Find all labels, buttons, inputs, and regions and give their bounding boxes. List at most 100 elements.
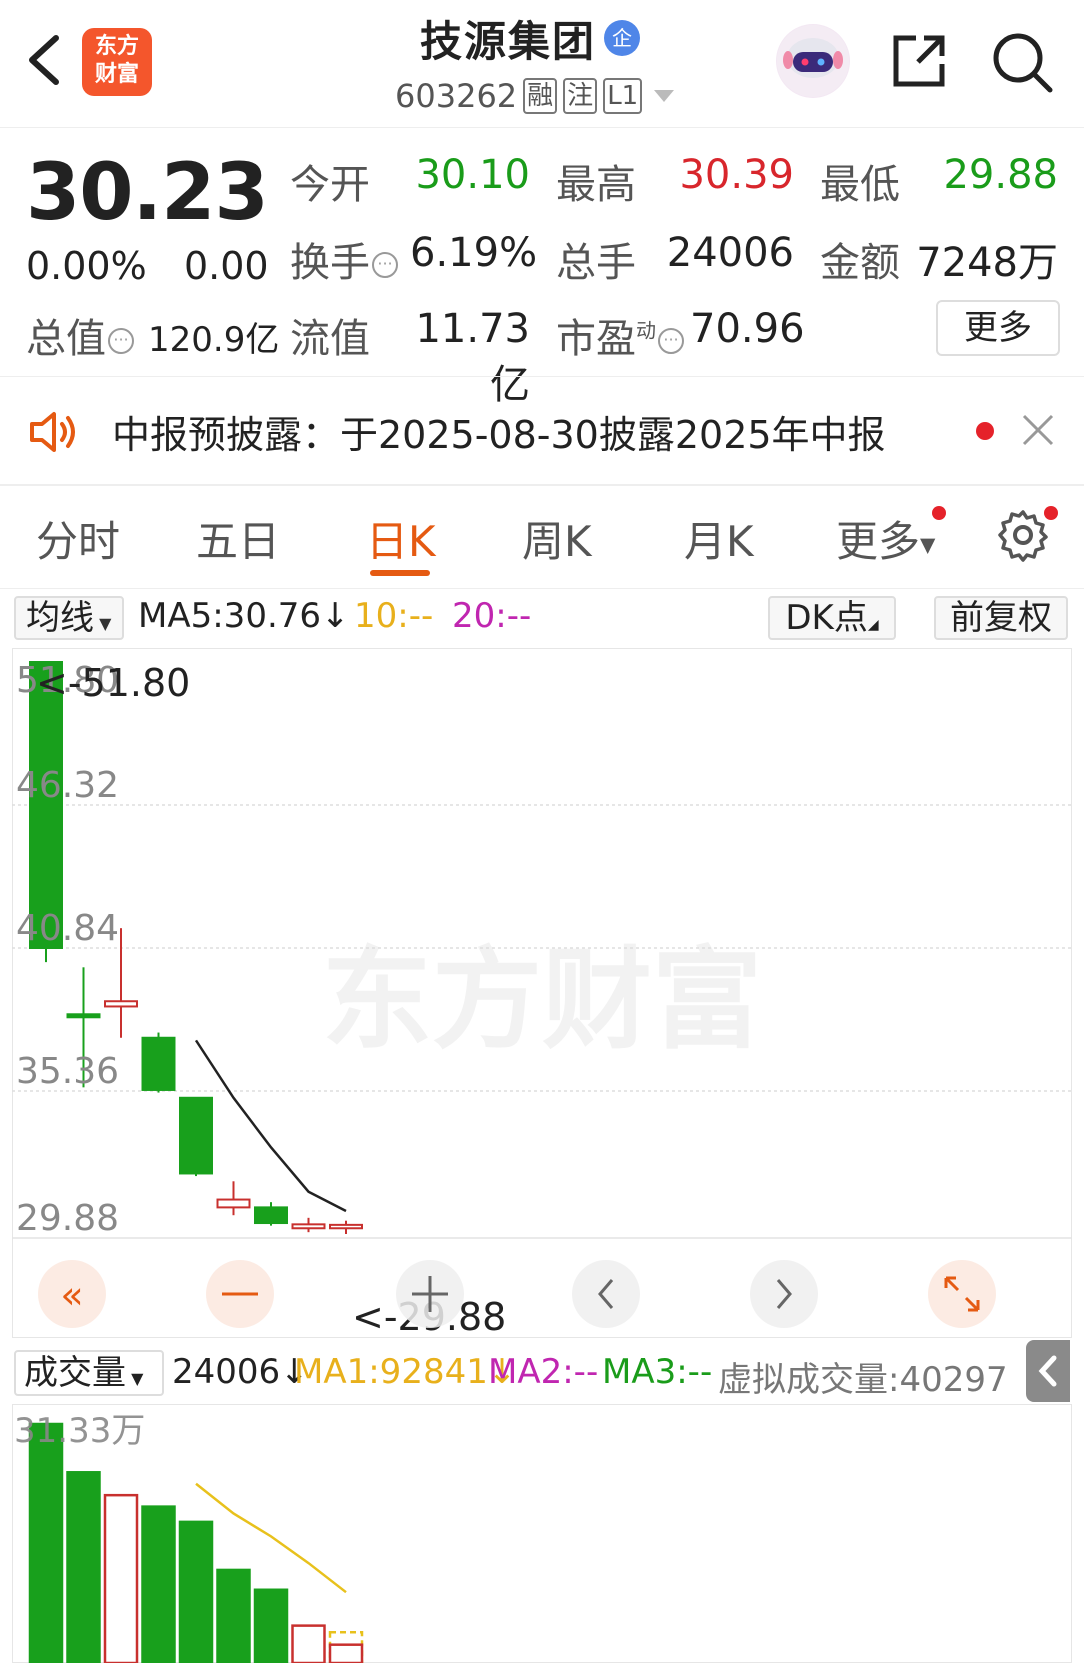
total-value-label[interactable]: 总值 ···: [26, 306, 134, 364]
side-panel-tab[interactable]: [1026, 1340, 1070, 1402]
adjust-button[interactable]: 前复权: [934, 596, 1068, 640]
amount-label: 金额: [820, 240, 900, 286]
corner-triangle-icon: ◢: [867, 617, 879, 633]
more-quote-button[interactable]: 更多: [936, 300, 1060, 356]
close-icon[interactable]: [1020, 412, 1056, 448]
stock-code-row[interactable]: 603262 融 注 L1: [395, 74, 675, 118]
search-icon[interactable]: [990, 30, 1054, 94]
tab-five-day[interactable]: 五日: [196, 508, 280, 569]
volume-bar: [141, 1505, 176, 1663]
info-icon[interactable]: ···: [658, 328, 684, 354]
notice-text[interactable]: 中报预披露：于2025-08-30披露2025年中报: [112, 404, 886, 459]
rewind-icon: «: [60, 1273, 83, 1317]
unread-dot: [976, 422, 994, 440]
pe-label-text: 市盈: [556, 316, 636, 362]
y-tick-label: 29.88: [16, 1198, 119, 1239]
divider: [0, 588, 1084, 589]
stock-title: 技源集团 企: [420, 10, 641, 66]
top-bar: 东方 财富 技源集团 企 603262 融 注 L1: [0, 0, 1084, 128]
pe-dynamic-mark: 动: [636, 318, 656, 343]
volume-bar: [28, 1422, 64, 1663]
total-value: 120.9亿: [148, 320, 280, 360]
volume-label: 总手: [556, 240, 636, 286]
level1-tag: L1: [603, 78, 643, 114]
high-label: 最高: [556, 162, 636, 208]
volume-chart[interactable]: 31.33万: [12, 1404, 1072, 1663]
candle-body: [179, 1096, 213, 1175]
volume-bar: [178, 1520, 214, 1663]
candle-body: [66, 1013, 101, 1019]
info-icon[interactable]: ···: [372, 252, 398, 278]
low-value: 29.88: [943, 152, 1058, 198]
tab-intraday[interactable]: 分时: [36, 508, 120, 569]
change-amount: 0.00: [184, 244, 269, 288]
divider: [0, 376, 1084, 377]
volume-y-tick: 31.33万: [14, 1411, 145, 1451]
chevron-left-icon: [1038, 1355, 1057, 1387]
change-percent: 0.00%: [26, 244, 147, 288]
tab-monthly-k[interactable]: 月K: [684, 508, 754, 569]
share-icon[interactable]: [888, 30, 950, 92]
logo-text-1: 东方: [94, 34, 139, 59]
stock-name: 技源集团: [420, 16, 597, 66]
prev-button[interactable]: [572, 1260, 640, 1328]
indicator-selector[interactable]: 均线 ▼: [14, 596, 124, 640]
dropdown-triangle-icon: ▼: [94, 614, 112, 633]
back-arrow-icon[interactable]: [22, 30, 66, 90]
y-tick-label: 40.84: [16, 908, 119, 949]
ma20-value: 20:--: [452, 596, 532, 636]
volume-ma1: MA1:92841↓: [294, 1352, 517, 1392]
volume-indicator-label: 成交量: [24, 1353, 126, 1393]
eastmoney-logo[interactable]: 东方 财富: [82, 28, 152, 96]
watermark: 东方财富: [322, 936, 762, 1064]
turnover-label[interactable]: 换手 ···: [290, 230, 398, 288]
float-value: 11.73亿: [415, 306, 530, 408]
turnover-value: 6.19%: [410, 230, 538, 276]
fullscreen-button[interactable]: [928, 1260, 996, 1328]
tab-more[interactable]: 更多▼: [836, 508, 935, 569]
y-tick-label: 46.32: [16, 765, 119, 806]
low-label: 最低: [820, 162, 900, 208]
info-icon[interactable]: ···: [108, 328, 134, 354]
next-button[interactable]: [750, 1260, 818, 1328]
volume-bar: [328, 1643, 364, 1663]
kline-chart[interactable]: 东方财富 51.8046.3240.8435.3629.88 <-51.80 <…: [12, 648, 1072, 1338]
y-tick-label: 35.36: [16, 1051, 119, 1092]
expand-triangle-icon[interactable]: [654, 90, 675, 102]
dk-point-button[interactable]: DK点◢: [768, 596, 896, 640]
candle-body: [291, 1223, 326, 1230]
volume-indicator-selector[interactable]: 成交量 ▼: [14, 1350, 164, 1396]
dropdown-triangle-icon: ▼: [920, 532, 936, 557]
candle-body: [254, 1206, 288, 1225]
max-price-label: <-51.80: [36, 661, 190, 705]
indicator-label: 均线: [26, 598, 94, 638]
settings-gear-icon[interactable]: [996, 508, 1050, 562]
ai-assistant-icon[interactable]: [776, 24, 850, 98]
turnover-label-text: 换手: [290, 240, 370, 286]
pe-value: 70.96: [690, 306, 805, 352]
dropdown-triangle-icon: ▼: [126, 1369, 144, 1388]
volume-value: 24006: [666, 230, 794, 276]
settings-new-dot: [1044, 506, 1058, 520]
volume-bar: [103, 1493, 139, 1663]
current-price: 30.23: [26, 148, 269, 238]
float-value-label: 流值: [290, 316, 370, 362]
tab-daily-k[interactable]: 日K: [366, 508, 436, 569]
tab-more-label: 更多: [836, 517, 921, 566]
candle: [141, 1032, 176, 1093]
pe-label[interactable]: 市盈动 ···: [556, 306, 684, 364]
logo-text-2: 财富: [94, 62, 139, 87]
total-value-label-text: 总值: [26, 316, 106, 362]
candle-body: [216, 1198, 251, 1209]
high-value: 30.39: [679, 152, 794, 198]
volume-bar: [291, 1624, 326, 1663]
volume-bar: [253, 1588, 289, 1663]
ma5-value: MA5:30.76↓: [138, 596, 350, 636]
margin-tag: 融: [523, 78, 558, 114]
volume-bar: [216, 1568, 251, 1663]
registration-tag: 注: [563, 78, 598, 114]
tab-weekly-k[interactable]: 周K: [522, 508, 592, 569]
volume-current: 24006↓: [172, 1352, 309, 1392]
candle-body: [104, 1000, 138, 1008]
volume-bar: [66, 1471, 101, 1663]
